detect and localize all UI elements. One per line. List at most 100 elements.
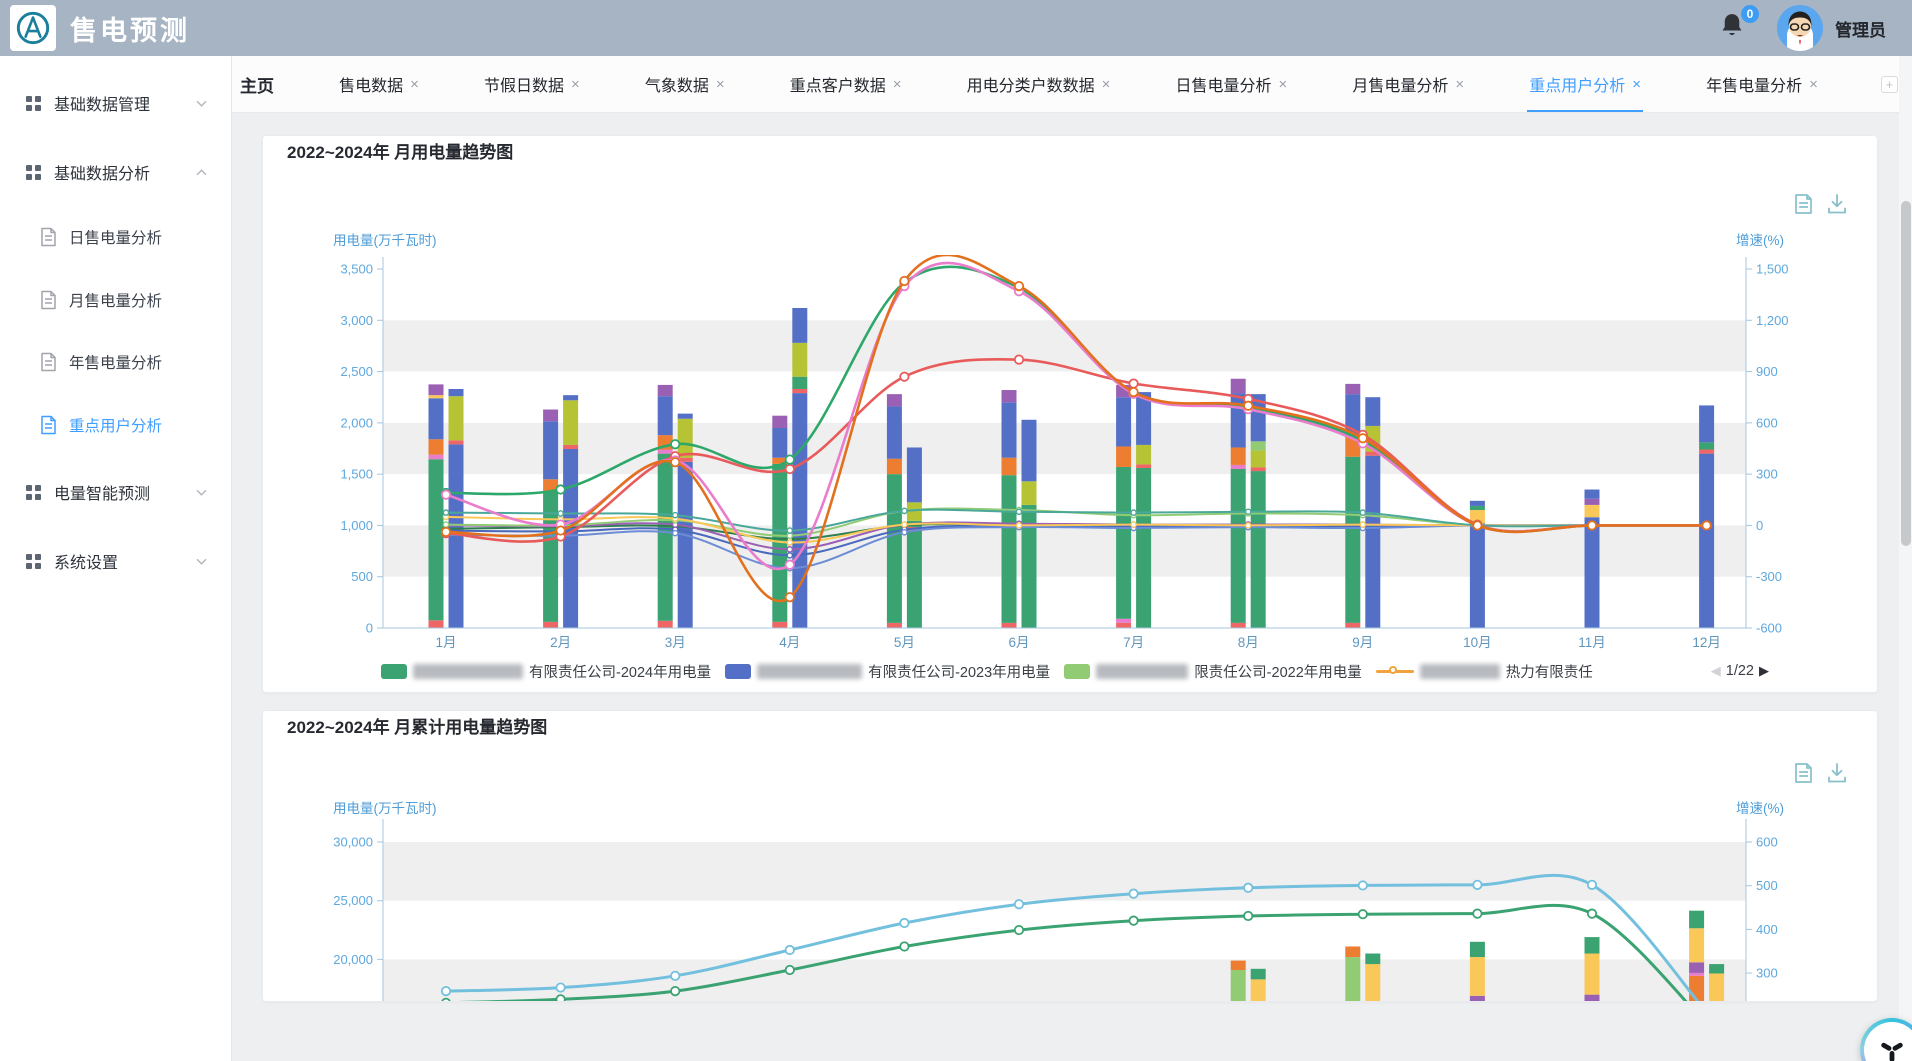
svg-text:1,000: 1,000 — [340, 518, 373, 533]
svg-text:1,200: 1,200 — [1756, 313, 1789, 328]
svg-text:500: 500 — [1756, 878, 1778, 893]
sidebar-item-label: 年售电量分析 — [69, 351, 162, 373]
tab-close-icon[interactable]: × — [1455, 76, 1464, 93]
svg-text:用电量(万千瓦时): 用电量(万千瓦时) — [333, 801, 437, 816]
svg-text:4月: 4月 — [779, 635, 800, 650]
app-title: 售电预测 — [70, 9, 190, 48]
data-view-icon[interactable] — [1791, 192, 1815, 216]
svg-text:1,500: 1,500 — [340, 467, 373, 482]
tab-月售电量分析[interactable]: 月售电量分析 × — [1350, 56, 1466, 112]
sidebar-item-daily-sales[interactable]: 日售电量分析 — [0, 215, 231, 259]
bell-icon — [1719, 28, 1745, 45]
sidebar: 基础数据管理基础数据分析日售电量分析月售电量分析年售电量分析重点用户分析电量智能… — [0, 56, 232, 1061]
tab-close-icon[interactable]: × — [1278, 76, 1287, 93]
tab-节假日数据[interactable]: 节假日数据 × — [482, 56, 582, 112]
tab-close-icon[interactable]: × — [410, 76, 419, 93]
tab-售电数据[interactable]: 售电数据 × — [337, 56, 421, 112]
tab-close-icon[interactable]: × — [893, 76, 902, 93]
sidebar-item-label: 月售电量分析 — [69, 289, 162, 311]
sidebar-item-key-users[interactable]: 重点用户分析 — [0, 403, 231, 447]
svg-text:-600: -600 — [1756, 621, 1782, 636]
user-name: 管理员 — [1835, 16, 1886, 41]
sidebar-item-label: 电量智能预测 — [54, 480, 150, 504]
tab-close-icon[interactable]: × — [1632, 76, 1641, 93]
data-view-icon[interactable] — [1791, 761, 1815, 785]
sidebar-item-system-settings[interactable]: 系统设置 — [0, 539, 231, 583]
content-area: 2022~2024年 月用电量趋势图 3,5003,0002,5002,0001… — [232, 113, 1912, 1061]
download-icon[interactable] — [1825, 761, 1849, 785]
tab-label: 节假日数据 — [484, 72, 564, 96]
monthly-usage-trend-card: 2022~2024年 月用电量趋势图 3,5003,0002,5002,0001… — [262, 135, 1878, 693]
sidebar-item-basic-data-analysis[interactable]: 基础数据分析 — [0, 150, 231, 194]
tab-主页[interactable]: 主页 — [238, 56, 276, 112]
tab-气象数据[interactable]: 气象数据× — [643, 56, 727, 112]
legend-prev-button[interactable]: ◀ — [1711, 663, 1721, 679]
legend-label: 限责任公司-2022年用电量 — [1194, 661, 1362, 682]
svg-text:用电量(万千瓦时): 用电量(万千瓦时) — [333, 233, 437, 248]
tab-年售电量分析[interactable]: 年售电量分析× — [1704, 56, 1820, 112]
tab-重点客户数据[interactable]: 重点客户数据× — [788, 56, 904, 112]
tab-日售电量分析[interactable]: 日售电量分析 × — [1173, 56, 1289, 112]
svg-text:0: 0 — [366, 621, 373, 636]
svg-text:1,500: 1,500 — [1756, 262, 1789, 277]
svg-text:3,000: 3,000 — [340, 313, 373, 328]
menu-grid-icon — [26, 165, 41, 180]
tab-close-icon[interactable]: × — [716, 76, 725, 93]
tab-label: 用电分类户数数据 — [967, 72, 1095, 96]
document-icon — [40, 227, 57, 247]
sidebar-item-monthly-sales[interactable]: 月售电量分析 — [0, 278, 231, 322]
svg-text:增速(%): 增速(%) — [1736, 801, 1784, 816]
legend-label: 有限责任公司-2024年用电量 — [529, 661, 711, 682]
svg-text:3,500: 3,500 — [340, 262, 373, 277]
svg-text:2,000: 2,000 — [340, 415, 373, 430]
tab-close-icon[interactable]: × — [1102, 76, 1111, 93]
svg-text:10月: 10月 — [1463, 635, 1492, 650]
legend-item[interactable]: 限责任公司-2022年用电量 — [1064, 661, 1362, 682]
svg-text:增速(%): 增速(%) — [1736, 233, 1784, 248]
tab-重点用户分析[interactable]: 重点用户分析× — [1527, 56, 1643, 112]
chevron-down-icon — [196, 556, 207, 567]
legend-page-indicator: 1/22 — [1726, 663, 1754, 679]
app-root: 售电预测 0 — [0, 0, 1912, 1061]
assistant-icon — [1864, 1022, 1912, 1061]
legend-item[interactable]: 热力有限责任 — [1376, 661, 1593, 682]
notifications-button[interactable]: 0 — [1719, 11, 1749, 45]
tab-label: 日售电量分析 — [1175, 72, 1271, 96]
chevron-down-icon — [196, 487, 207, 498]
sidebar-item-yearly-sales[interactable]: 年售电量分析 — [0, 340, 231, 384]
tab-close-icon[interactable]: × — [571, 76, 580, 93]
legend-item[interactable]: 有限责任公司-2024年用电量 — [381, 661, 711, 682]
scrollbar-thumb[interactable] — [1901, 201, 1911, 546]
svg-text:300: 300 — [1756, 966, 1778, 981]
chart1-legend: 有限责任公司-2024年用电量有限责任公司-2023年用电量 限责任公司-2022… — [381, 658, 1769, 684]
svg-text:30,000: 30,000 — [333, 835, 373, 850]
svg-text:0: 0 — [1756, 518, 1763, 533]
sidebar-item-label: 系统设置 — [54, 549, 118, 573]
tab-bar: 主页售电数据×节假日数据×气象数据×重点客户数据×用电分类户数数据×日售电量分析… — [232, 56, 1912, 113]
document-icon — [40, 290, 57, 310]
sidebar-item-basic-data-mgmt[interactable]: 基础数据管理 — [0, 81, 231, 125]
svg-text:8月: 8月 — [1238, 635, 1259, 650]
tab-用电分类户数数据[interactable]: 用电分类户数数据 × — [965, 56, 1113, 112]
sidebar-item-smart-forecast[interactable]: 电量智能预测 — [0, 470, 231, 514]
sidebar-item-label: 日售电量分析 — [69, 226, 162, 248]
tab-label: 月售电量分析 — [1352, 72, 1448, 96]
svg-text:600: 600 — [1756, 415, 1778, 430]
svg-text:900: 900 — [1756, 364, 1778, 379]
svg-text:400: 400 — [1756, 922, 1778, 937]
legend-next-button[interactable]: ▶ — [1759, 663, 1769, 679]
cumulative-usage-chart[interactable]: 30,00025,00020,000600500400300用电量(万千瓦时)增… — [263, 791, 1878, 1002]
tab-label: 售电数据 — [339, 72, 403, 96]
legend-blurred-name — [413, 664, 523, 679]
menu-grid-icon — [26, 485, 41, 500]
svg-text:9月: 9月 — [1352, 635, 1373, 650]
new-tab-button[interactable]: + — [1881, 76, 1898, 93]
document-icon — [40, 352, 57, 372]
legend-pagination: ◀ 1/22 ▶ — [1711, 663, 1769, 679]
legend-item[interactable]: 有限责任公司-2023年用电量 — [725, 661, 1050, 682]
user-avatar[interactable] — [1777, 5, 1823, 51]
download-icon[interactable] — [1825, 192, 1849, 216]
monthly-usage-chart[interactable]: 3,5003,0002,5002,0001,5001,00050001,5001… — [263, 231, 1878, 656]
tab-close-icon[interactable]: × — [1809, 76, 1818, 93]
page-scrollbar[interactable] — [1899, 56, 1912, 1061]
